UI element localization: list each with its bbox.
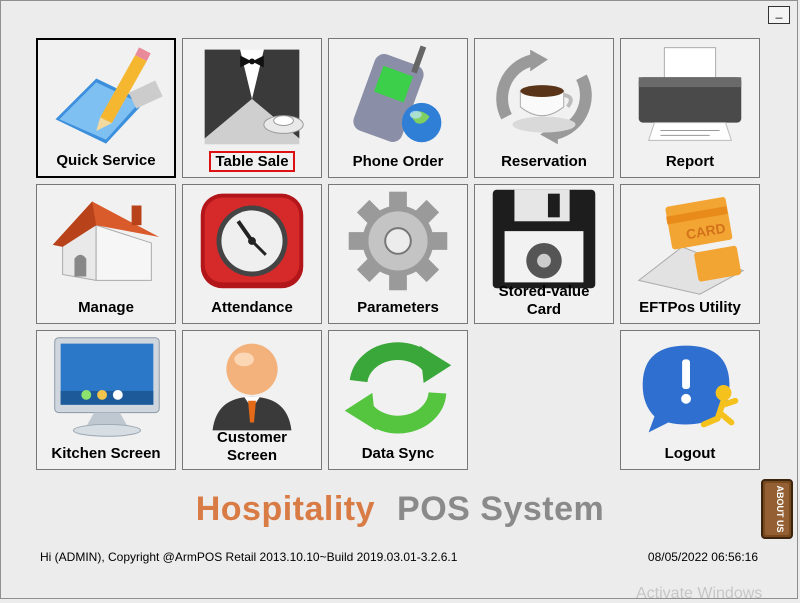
tile-label-line1: Stored-value [498, 283, 590, 300]
house-icon [52, 201, 160, 282]
about-us-label: ABOUT US [775, 486, 785, 533]
tile-table-sale[interactable]: Table Sale [182, 38, 322, 178]
brand-title: Hospitality POS System [0, 490, 800, 529]
tile-stored-value-card[interactable]: Stored-value Card [474, 184, 614, 324]
status-copyright: Hi (ADMIN), Copyright @ArmPOS Retail 201… [40, 550, 458, 564]
floppy-disk-gear-icon [492, 189, 596, 289]
tile-label-line2: Screen [226, 447, 278, 464]
tile-label: Phone Order [352, 153, 444, 170]
about-us-button[interactable]: ABOUT US [760, 478, 794, 540]
tile-label: Stored-value Card [475, 283, 613, 319]
card-icon: CARD [637, 197, 745, 295]
tile-label: Parameters [357, 299, 439, 316]
tile-attendance[interactable]: Attendance [182, 184, 322, 324]
tile-label: Quick Service [56, 152, 156, 169]
printer-icon [638, 47, 742, 141]
minimize-button[interactable]: _ [768, 6, 790, 24]
tile-quick-service[interactable]: Quick Service [36, 38, 176, 178]
gear-icon [348, 191, 448, 291]
tile-label-text: Table Sale [209, 151, 295, 172]
tile-label: Logout [664, 445, 716, 462]
tile-report[interactable]: Report [620, 38, 760, 178]
phone-globe-icon [353, 45, 442, 143]
tile-label-line2: Card [526, 301, 562, 318]
brand-part2: POS System [397, 490, 605, 528]
tile-label-line1: Customer [216, 429, 287, 446]
logout-icon [642, 345, 739, 433]
monitor-icon [54, 337, 160, 437]
tile-data-sync[interactable]: Data Sync [328, 330, 468, 470]
tile-phone-order[interactable]: Phone Order [328, 38, 468, 178]
tile-label: Kitchen Screen [51, 445, 161, 462]
tile-label: Attendance [211, 299, 293, 316]
user-icon [212, 343, 292, 431]
waiter-icon [204, 49, 304, 145]
tile-kitchen-screen[interactable]: Kitchen Screen [36, 330, 176, 470]
tile-eftpos-utility[interactable]: CARD EFTPos Utility [620, 184, 760, 324]
coffee-cup-icon [496, 49, 592, 145]
pencil-icon [55, 47, 163, 144]
brand-part1: Hospitality [195, 490, 376, 528]
sync-icon [344, 342, 452, 434]
tile-manage[interactable]: Manage [36, 184, 176, 324]
tile-label: Reservation [501, 153, 587, 170]
tile-logout[interactable]: Logout [620, 330, 760, 470]
activate-windows-watermark: Activate Windows [636, 585, 763, 602]
tile-parameters[interactable]: Parameters [328, 184, 468, 324]
tile-label: Data Sync [361, 445, 435, 462]
status-datetime: 08/05/2022 06:56:16 [647, 550, 758, 564]
tile-customer-screen[interactable]: Customer Screen [182, 330, 322, 470]
tile-label: Customer Screen [183, 429, 321, 465]
tile-reservation[interactable]: Reservation [474, 38, 614, 178]
tile-label: Manage [78, 299, 134, 316]
tile-label: Table Sale [183, 151, 321, 172]
tile-label: EFTPos Utility [639, 299, 741, 316]
tile-label: Report [665, 153, 715, 170]
clock-icon [200, 193, 304, 289]
